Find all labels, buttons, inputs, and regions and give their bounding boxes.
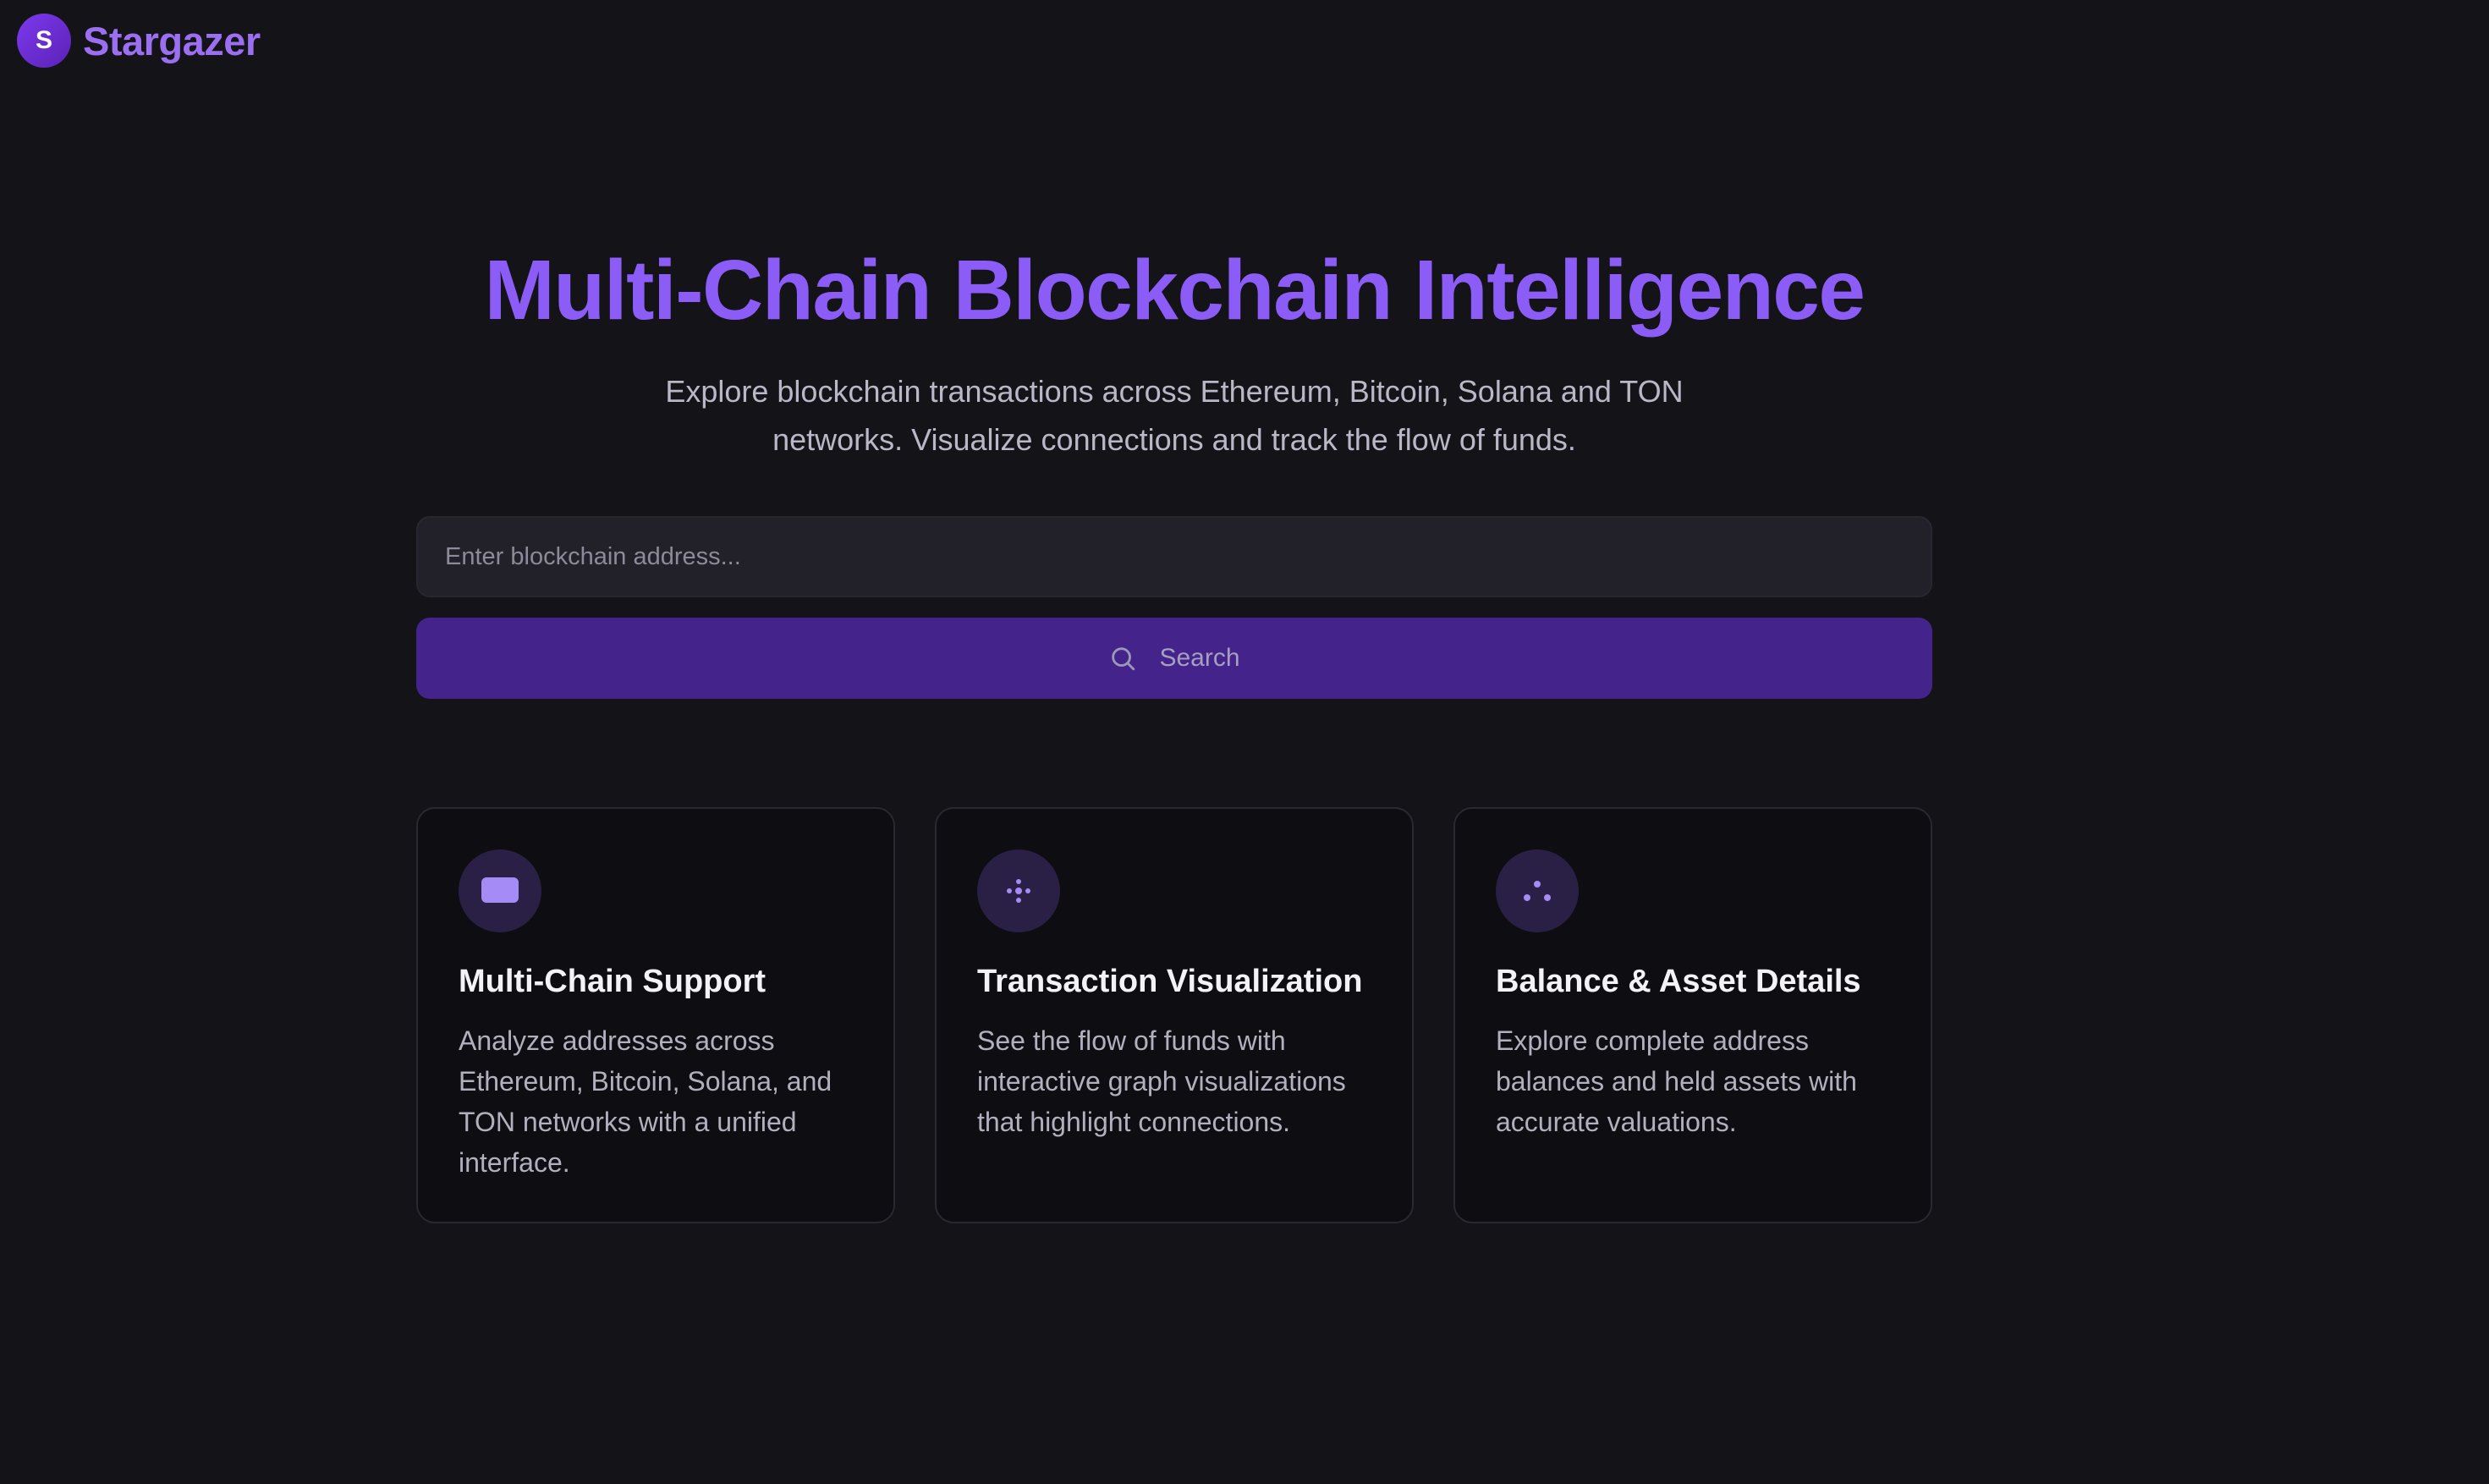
wallet-icon [459,849,541,932]
brand-name: Stargazer [83,18,261,63]
feature-description: Analyze addresses across Ethereum, Bitco… [459,1025,832,1178]
search-icon [1108,644,1137,673]
nodes-icon [1496,849,1579,932]
feature-title: Transaction Visualization [977,964,1363,999]
feature-cards: Multi-Chain Support Analyze addresses ac… [416,807,1932,1223]
feature-card-balance: Balance & Asset Details Explore complete… [1453,807,1932,1223]
hero-subtitle: Explore blockchain transactions across E… [665,374,1684,457]
feature-card-multi-chain: Multi-Chain Support Analyze addresses ac… [416,807,895,1223]
network-icon [977,849,1060,932]
feature-title: Balance & Asset Details [1496,964,1861,999]
feature-description: See the flow of funds with interactive g… [977,1025,1346,1137]
feature-title: Multi-Chain Support [459,964,766,999]
feature-description: Explore complete address balances and he… [1496,1025,1857,1137]
brand-logo: S [17,14,71,68]
feature-card-visualization: Transaction Visualization See the flow o… [935,807,1414,1223]
search-button-label: Search [1159,644,1240,672]
brand[interactable]: S Stargazer [17,12,261,69]
address-search-input[interactable] [416,516,1932,597]
hero-title: Multi-Chain Blockchain Intelligence [484,243,1865,338]
search-button[interactable]: Search [416,618,1932,699]
